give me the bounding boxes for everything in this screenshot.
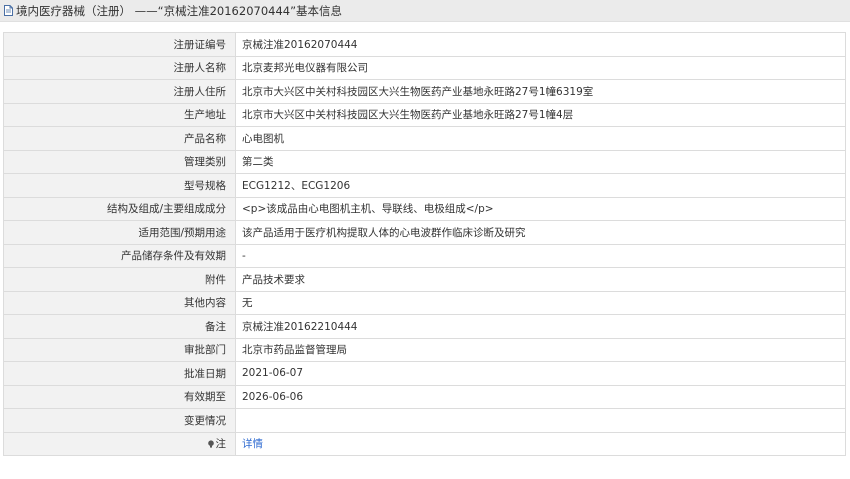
document-icon xyxy=(4,5,13,16)
details-link[interactable]: 详情 xyxy=(242,438,263,450)
field-value: <p>该成品由心电图机主机、导联线、电极组成</p> xyxy=(235,196,846,221)
table-row: 变更情况 xyxy=(3,408,846,433)
table-row: 适用范围/预期用途 该产品适用于医疗机构提取人体的心电波群作临床诊断及研究 xyxy=(3,220,846,245)
table-row: 生产地址 北京市大兴区中关村科技园区大兴生物医药产业基地永旺路27号1幢4层 xyxy=(3,102,846,127)
field-label: 生产地址 xyxy=(3,102,236,127)
field-label: 注册人住所 xyxy=(3,79,236,104)
field-value: 北京市大兴区中关村科技园区大兴生物医药产业基地永旺路27号1幢6319室 xyxy=(235,79,846,104)
table-row: 其他内容无 xyxy=(3,290,846,315)
field-value: 北京麦邦光电仪器有限公司 xyxy=(235,55,846,80)
field-value: 2021-06-07 xyxy=(235,361,846,386)
field-value: 北京市药品监督管理局 xyxy=(235,337,846,362)
table-row: 注册证编号 京械注准20162070444 xyxy=(3,32,846,57)
field-label: 备注 xyxy=(3,314,236,339)
table-row: 有效期至 2026-06-06 xyxy=(3,384,846,409)
table-row: 型号规格 ECG1212、ECG1206 xyxy=(3,173,846,198)
field-label: 注册人名称 xyxy=(3,55,236,80)
field-label: 附件 xyxy=(3,267,236,292)
table-row: 管理类别 第二类 xyxy=(3,149,846,174)
field-label: 其他内容 xyxy=(3,290,236,315)
field-value: 产品技术要求 xyxy=(235,267,846,292)
field-label: 型号规格 xyxy=(3,173,236,198)
field-label: 产品名称 xyxy=(3,126,236,151)
table-row: 注册人名称 北京麦邦光电仪器有限公司 xyxy=(3,55,846,80)
field-label: 审批部门 xyxy=(3,337,236,362)
field-value: 京械注准20162070444 xyxy=(235,32,846,57)
table-row: 附件 产品技术要求 xyxy=(3,267,846,292)
field-label: 结构及组成/主要组成成分 xyxy=(3,196,236,221)
field-label: 变更情况 xyxy=(3,408,236,433)
field-value xyxy=(235,408,846,433)
table-row-note: 注 详情 xyxy=(3,431,846,456)
field-value: 第二类 xyxy=(235,149,846,174)
field-value: 心电图机 xyxy=(235,126,846,151)
note-value-cell: 详情 xyxy=(235,431,846,456)
page-title: 境内医疗器械（注册） ——“京械注准20162070444”基本信息 xyxy=(16,3,343,18)
field-value: 北京市大兴区中关村科技园区大兴生物医药产业基地永旺路27号1幢4层 xyxy=(235,102,846,127)
table-row: 备注 京械注准20162210444 xyxy=(3,314,846,339)
field-label: 批准日期 xyxy=(3,361,236,386)
field-label: 管理类别 xyxy=(3,149,236,174)
table-row: 批准日期 2021-06-07 xyxy=(3,361,846,386)
field-label: 有效期至 xyxy=(3,384,236,409)
page-header: 境内医疗器械（注册） ——“京械注准20162070444”基本信息 xyxy=(0,0,850,22)
table-row: 结构及组成/主要组成成分 <p>该成品由心电图机主机、导联线、电极组成</p> xyxy=(3,196,846,221)
field-value: ECG1212、ECG1206 xyxy=(235,173,846,198)
field-value: 无 xyxy=(235,290,846,315)
device-info-table: 注册证编号 京械注准20162070444 注册人名称 北京麦邦光电仪器有限公司 注册人… xyxy=(3,32,846,456)
field-label: 适用范围/预期用途 xyxy=(3,220,236,245)
table-row: 注册人住所 北京市大兴区中关村科技园区大兴生物医药产业基地永旺路27号1幢6319… xyxy=(3,79,846,104)
field-value: 2026-06-06 xyxy=(235,384,846,409)
table-row: 产品名称 心电图机 xyxy=(3,126,846,151)
table-row: 产品储存条件及有效期 - xyxy=(3,243,846,268)
field-value: 京械注准20162210444 xyxy=(235,314,846,339)
field-label: 注册证编号 xyxy=(3,32,236,57)
field-value: - xyxy=(235,243,846,268)
field-value: 该产品适用于医疗机构提取人体的心电波群作临床诊断及研究 xyxy=(235,220,846,245)
note-icon xyxy=(207,440,214,448)
note-label: 注 xyxy=(215,438,227,451)
field-label: 产品储存条件及有效期 xyxy=(3,243,236,268)
table-row: 审批部门 北京市药品监督管理局 xyxy=(3,337,846,362)
note-label-cell: 注 xyxy=(3,431,236,456)
